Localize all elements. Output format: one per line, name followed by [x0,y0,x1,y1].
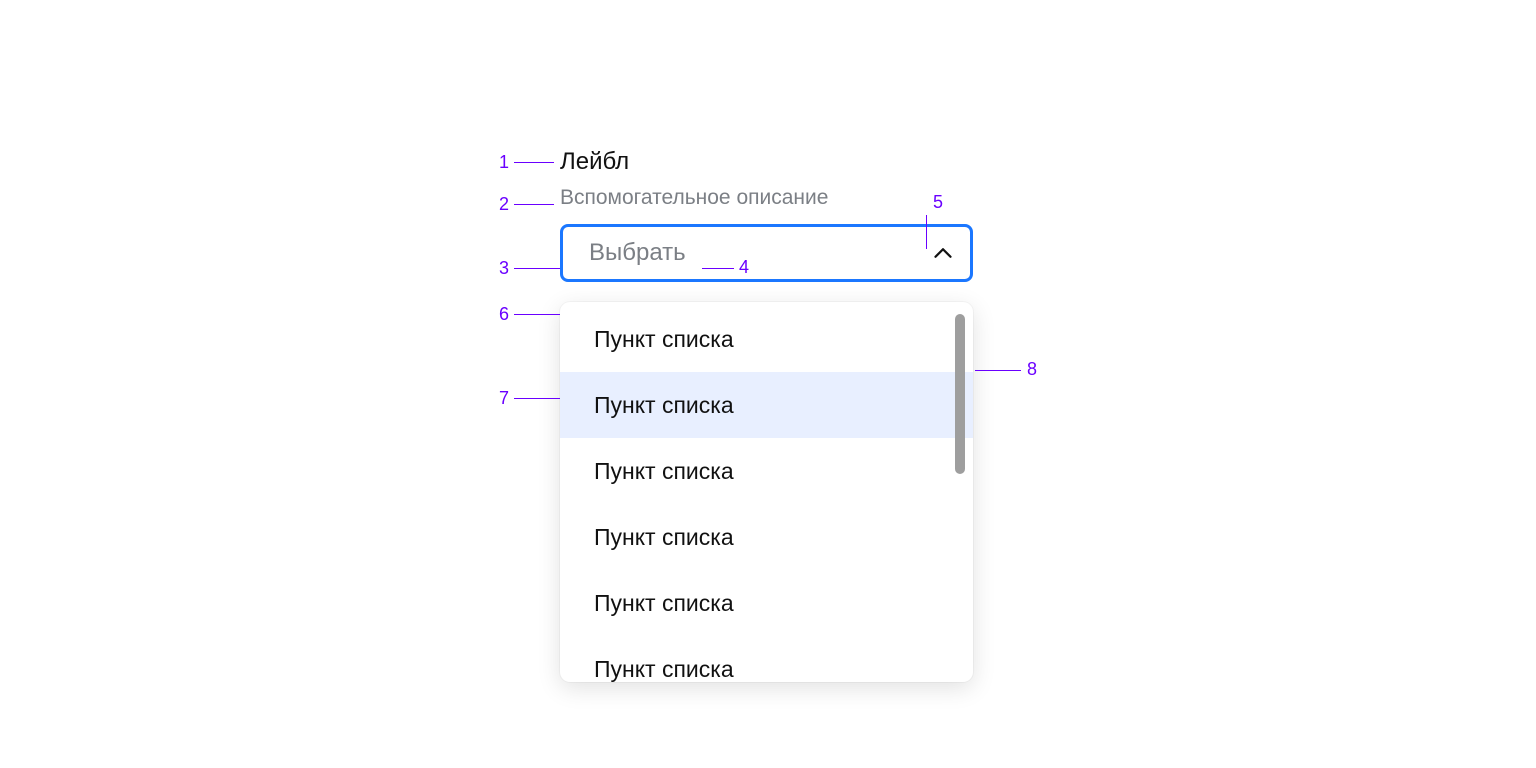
annotation-line [975,370,1021,371]
list-item-label: Пункт списка [594,590,734,617]
chevron-up-icon [934,244,952,262]
annotation-line [926,215,927,249]
annotation-line [514,162,554,163]
list-item-label: Пункт списка [594,458,734,485]
diagram-canvas: Лейбл Вспомогательное описание Выбрать П… [0,0,1536,768]
list-item[interactable]: Пункт списка [560,438,973,504]
list-item[interactable]: Пункт списка [560,306,973,372]
field-label: Лейбл [560,148,973,176]
field-hint: Вспомогательное описание [560,186,973,210]
annotation-line [514,398,560,399]
list-item[interactable]: Пункт списка [560,504,973,570]
list-item-label: Пункт списка [594,656,734,683]
annotation-line [514,268,560,269]
annotation-marker-5: 5 [933,193,943,211]
annotation-marker-3: 3 [499,259,509,277]
select-button[interactable]: Выбрать [560,224,973,282]
dropdown-field-group: Лейбл Вспомогательное описание Выбрать [560,148,973,282]
annotation-marker-6: 6 [499,305,509,323]
list-item[interactable]: Пункт списка [560,570,973,636]
annotation-line [702,268,734,269]
annotation-line [514,314,560,315]
list-item-label: Пункт списка [594,326,734,353]
annotation-line [514,204,554,205]
list-item[interactable]: Пункт списка [560,636,973,682]
list-item-label: Пункт списка [594,524,734,551]
list-item-label: Пункт списка [594,392,734,419]
annotation-marker-2: 2 [499,195,509,213]
annotation-marker-8: 8 [1027,360,1037,378]
annotation-marker-4: 4 [739,258,749,276]
select-placeholder: Выбрать [589,239,686,267]
annotation-marker-7: 7 [499,389,509,407]
annotation-marker-1: 1 [499,153,509,171]
list-item[interactable]: Пункт списка [560,372,973,438]
scrollbar-thumb[interactable] [955,314,965,474]
dropdown-list: Пункт списка Пункт списка Пункт списка Пунк… [560,302,973,682]
dropdown-scroll-area: Пункт списка Пункт списка Пункт списка Пунк… [560,302,973,682]
